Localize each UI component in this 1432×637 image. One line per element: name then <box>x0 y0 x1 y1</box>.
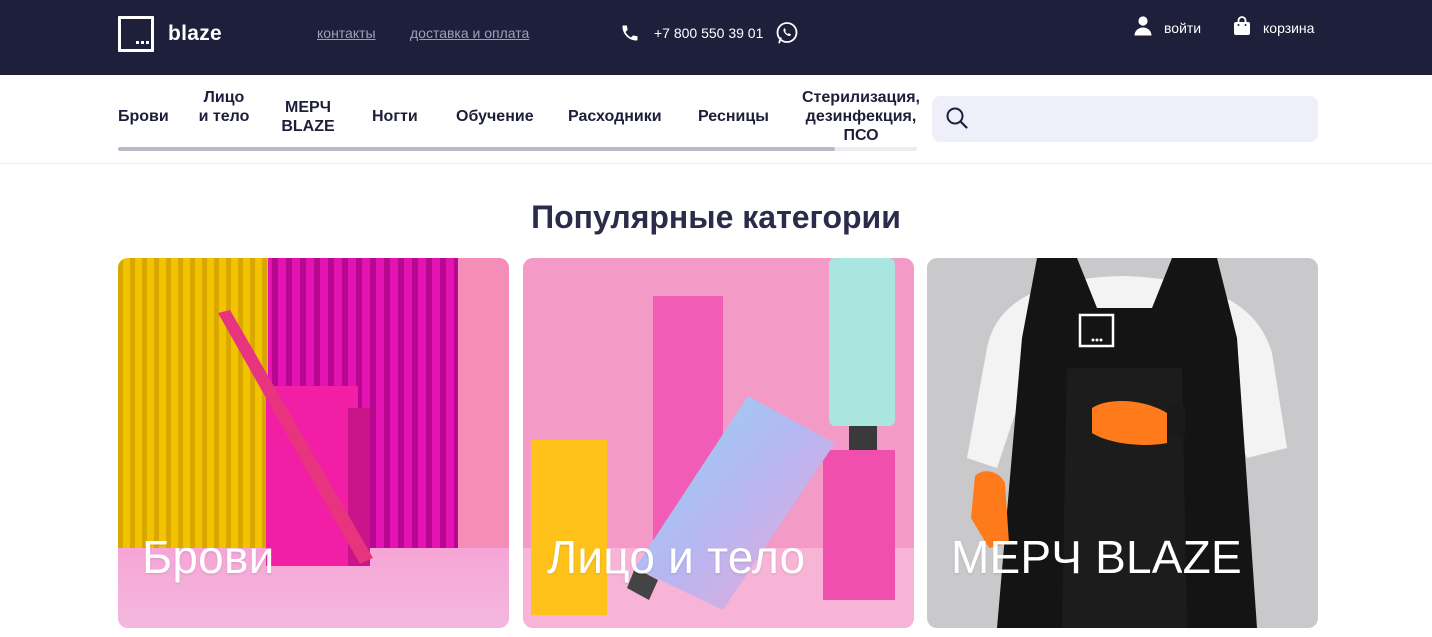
phone-number[interactable]: +7 800 550 39 01 <box>654 25 763 41</box>
nav-item-brows[interactable]: Брови <box>118 107 169 126</box>
whatsapp-icon[interactable] <box>775 21 799 45</box>
user-icon <box>1134 16 1152 39</box>
category-card-merch[interactable]: МЕРЧ BLAZE <box>927 258 1318 628</box>
phone-block: +7 800 550 39 01 <box>620 21 799 45</box>
search-box[interactable] <box>932 96 1318 142</box>
category-nav: Брови Лицо и тело МЕРЧ BLAZE Ногти Обуче… <box>0 75 1432 164</box>
category-card-label: Брови <box>142 531 275 583</box>
category-card-brows[interactable]: Брови <box>118 258 509 628</box>
nav-item-consumables[interactable]: Расходники <box>568 107 662 126</box>
nav-item-lashes[interactable]: Ресницы <box>698 107 769 126</box>
category-card-face-body[interactable]: Лицо и тело <box>523 258 914 628</box>
nav-scrollbar-thumb[interactable] <box>118 147 835 151</box>
category-card-label: Лицо и тело <box>547 531 806 583</box>
logo-mark <box>118 16 154 52</box>
nav-item-nails[interactable]: Ногти <box>372 107 418 126</box>
phone-icon <box>620 23 640 43</box>
nav-item-sterilization[interactable]: Стерилизация, дезинфекция, ПСО <box>800 88 922 145</box>
nav-scrollbar[interactable] <box>118 147 917 151</box>
cart-bag-icon <box>1233 16 1251 39</box>
category-card-label: МЕРЧ BLAZE <box>951 531 1242 583</box>
login-link[interactable]: войти <box>1134 16 1201 39</box>
search-icon[interactable] <box>946 107 968 134</box>
contacts-link[interactable]: контакты <box>317 25 376 41</box>
nav-item-education[interactable]: Обучение <box>456 107 534 126</box>
login-label: войти <box>1164 19 1202 36</box>
popular-categories-title: Популярные категории <box>531 199 901 235</box>
logo[interactable]: blaze <box>118 16 222 52</box>
top-header: blaze контакты доставка и оплата +7 800 … <box>0 0 1432 75</box>
delivery-payment-link[interactable]: доставка и оплата <box>410 25 529 41</box>
cart-label: корзина <box>1263 19 1315 36</box>
nav-item-face-body[interactable]: Лицо и тело <box>198 88 250 126</box>
cart-link[interactable]: корзина <box>1233 16 1314 39</box>
nav-item-merch[interactable]: МЕРЧ BLAZE <box>278 98 338 136</box>
logo-text: blaze <box>168 22 223 45</box>
search-input[interactable] <box>932 96 1318 142</box>
